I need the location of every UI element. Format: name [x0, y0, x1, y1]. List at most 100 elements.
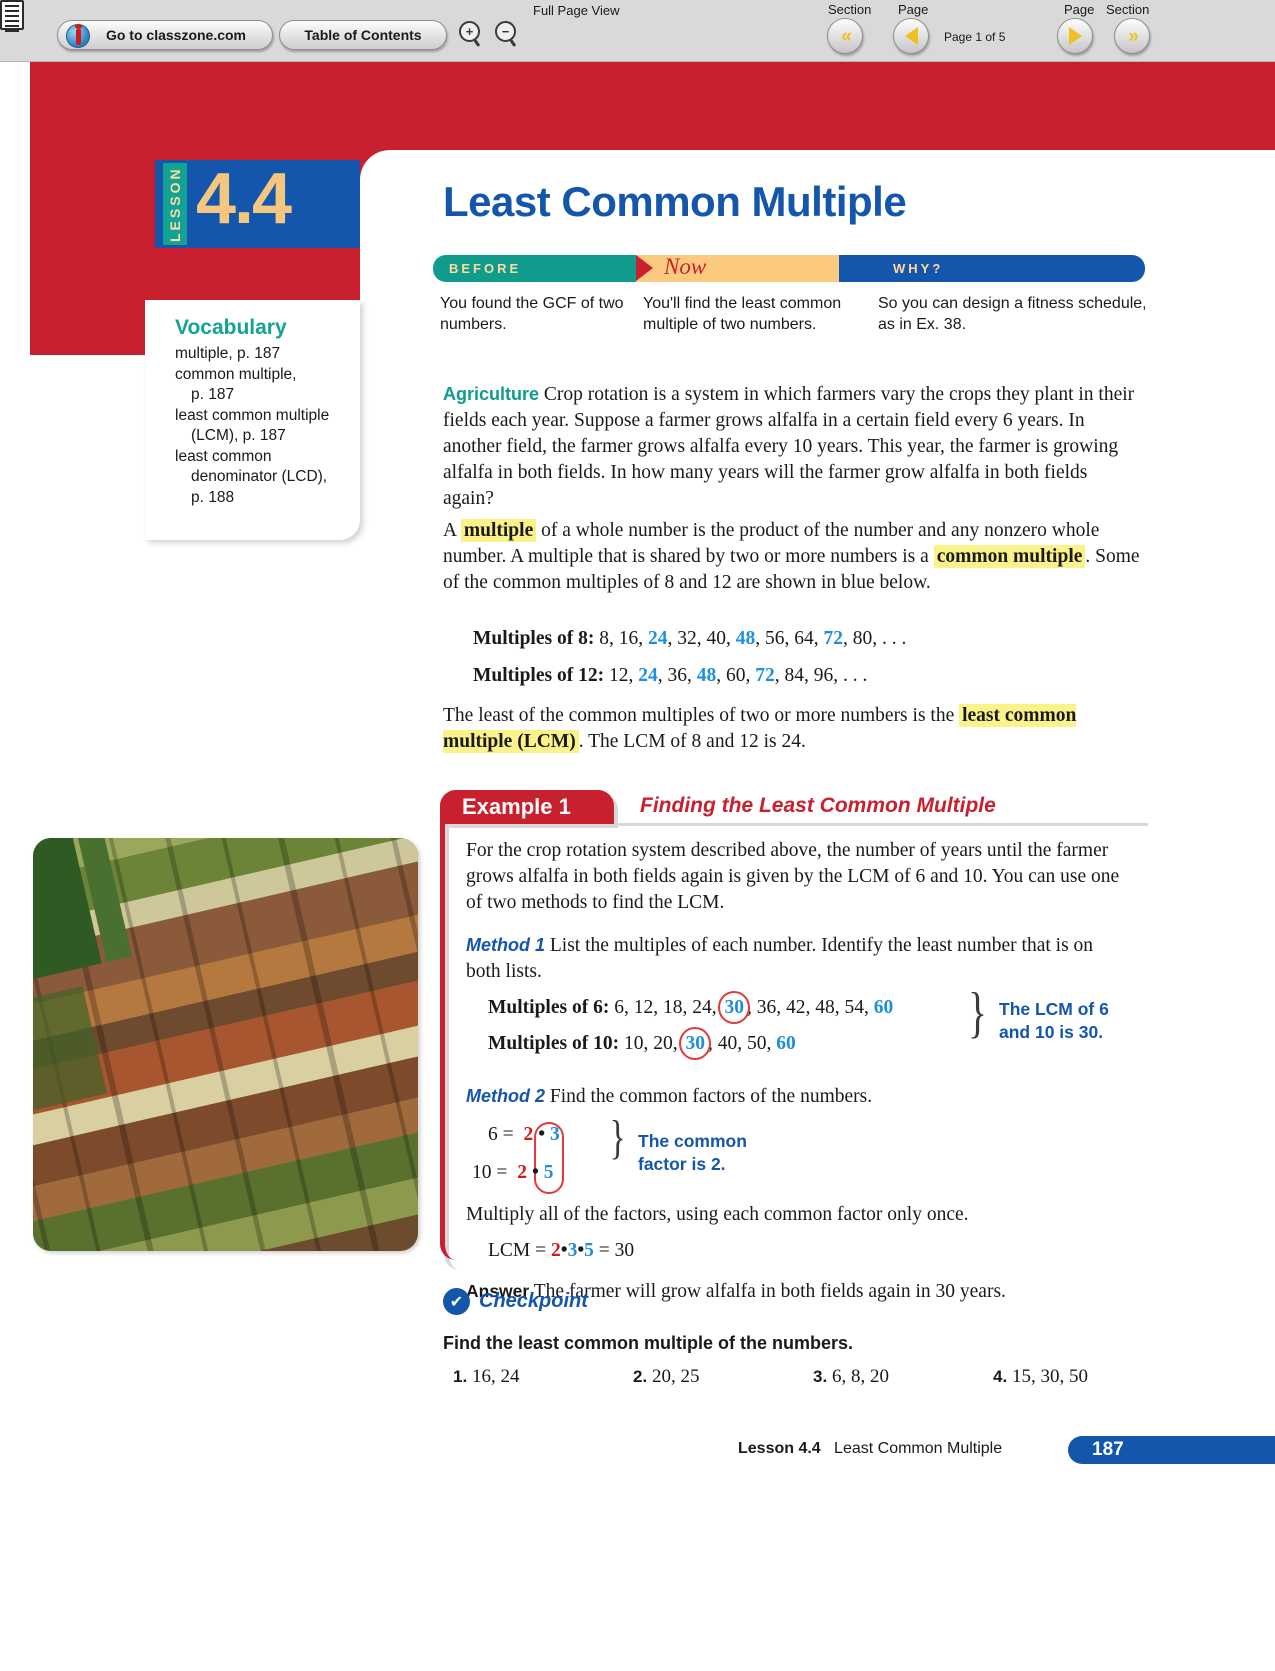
double-chevron-left-icon: «: [841, 25, 851, 47]
multiple-value: 56: [764, 628, 785, 649]
intro-paragraph: Agriculture Crop rotation is a system in…: [443, 381, 1143, 512]
multiples-of-12-line: Multiples of 12: 12, 24, 36, 48, 60, 72,…: [473, 665, 867, 687]
example-tab: Example 1: [440, 790, 614, 824]
factor-10-dot: •: [532, 1162, 539, 1183]
page-prev-label: Page: [898, 2, 929, 17]
factor-callout-line-1: The common: [638, 1131, 747, 1151]
info-globe-icon: [66, 24, 90, 48]
lcm-definition-paragraph: The least of the common multiples of two…: [443, 703, 1143, 755]
lcm-equals: =: [598, 1240, 610, 1261]
section-prev-label: Section: [828, 2, 872, 17]
check-icon: ✔: [443, 1288, 470, 1315]
factor-10-lhs: 10 =: [472, 1162, 508, 1183]
magnifier-handle: [472, 37, 481, 48]
example-intro: For the crop rotation system described a…: [466, 840, 1120, 913]
crop-fields-photo: [33, 838, 418, 1251]
example-1-box: Example 1 Finding the Least Common Multi…: [440, 790, 1152, 1302]
lcm-factor-2: 3: [567, 1240, 578, 1261]
example-title: Finding the Least Common Multiple: [640, 794, 996, 817]
footer-lesson-label: Lesson 4.4: [738, 1440, 821, 1457]
multiple-value: 60: [776, 1033, 796, 1054]
multiples-of-12-label: Multiples of 12:: [473, 665, 605, 686]
multiples-of-6-line: Multiples of 6: 6, 12, 18, 24, 30, 36, 4…: [488, 991, 893, 1024]
vocabulary-list: multiple, p. 187 common multiple, p. 187…: [175, 344, 365, 508]
table-of-contents-button[interactable]: Table of Contents: [279, 20, 447, 50]
magnifier-handle: [508, 37, 517, 48]
checkpoint-label: Checkpoint: [479, 1290, 588, 1312]
multiple-value: 12: [633, 997, 654, 1018]
multiple-value: 40: [706, 628, 726, 649]
go-to-classzone-button[interactable]: Go to classzone.com: [57, 20, 273, 50]
table-of-contents-label: Table of Contents: [304, 27, 422, 43]
lesson-number: 4.4: [196, 159, 292, 239]
next-section-button[interactable]: »: [1114, 18, 1150, 54]
exercise-text: 6, 8, 20: [831, 1366, 889, 1387]
example-body: For the crop rotation system described a…: [466, 838, 1146, 1305]
factor-6-lhs: 6 =: [488, 1124, 514, 1145]
multiples-of-10-line: Multiples of 10: 10, 20, 30, 40, 50, 60: [488, 1027, 796, 1060]
multiples-of-8-line: Multiples of 8: 8, 16, 24, 32, 40, 48, 5…: [473, 628, 906, 650]
checkpoint-instruction: Find the least common multiple of the nu…: [443, 1333, 854, 1353]
vocabulary-item: least common: [175, 447, 272, 465]
page-number-badge: 187: [1068, 1436, 1275, 1464]
multiple-value: 48: [735, 628, 756, 649]
exercise-number: 3.: [813, 1367, 828, 1386]
lcm-equation: LCM = 2•3•5 = 30: [488, 1238, 1146, 1264]
zoom-in-button[interactable]: +: [459, 20, 485, 50]
why-text: So you can design a fitness schedule, as…: [878, 295, 1147, 333]
previous-section-button[interactable]: «: [827, 18, 863, 54]
ellipsis: . . .: [881, 628, 907, 649]
footer: Lesson 4.4 Least Common Multiple: [738, 1440, 1002, 1458]
multiple-value: 72: [823, 628, 843, 649]
factorization-10: 10 = 2 • 5: [472, 1160, 553, 1186]
multiple-value: 64: [794, 628, 814, 649]
multiple-value: 96: [813, 665, 834, 686]
page-next-label: Page: [1064, 2, 1095, 17]
term-common-multiple: common multiple: [933, 545, 1086, 568]
factor-6-dot: •: [538, 1124, 546, 1145]
lcm-factor-1: 2: [551, 1240, 561, 1261]
multiples-of-8-values: 8, 16, 24, 32, 40, 48, 56, 64, 72, 80, .…: [599, 628, 907, 649]
brace-icon: }: [968, 982, 987, 1044]
multiple-value: 36: [756, 997, 777, 1018]
why-label: WHY?: [839, 255, 1145, 282]
crop-fields-illustration: [33, 838, 418, 1251]
exercise-item: 2. 20, 25: [633, 1366, 813, 1388]
multiple-value: 30: [679, 1027, 711, 1060]
zoom-out-button[interactable]: −: [495, 20, 521, 50]
factorization-6: 6 = 2 • 3: [488, 1122, 560, 1148]
now-segment: Now: [636, 254, 839, 282]
example-header-rule: [614, 823, 1148, 826]
exercise-item: 1. 16, 24: [453, 1366, 633, 1388]
exercise-number: 2.: [633, 1367, 648, 1386]
method-1-label: Method 1: [466, 935, 545, 955]
lcm-factor-3: 5: [584, 1240, 594, 1261]
lcm-dot-1: •: [560, 1240, 568, 1261]
vocabulary-item: least common multiple: [175, 406, 330, 424]
page-indicator: Page 1 of 5: [944, 30, 1006, 44]
lesson-word-label: LESSON: [163, 163, 187, 245]
vocabulary-item: p. 187: [191, 386, 235, 403]
chevron-left-icon: [904, 27, 918, 45]
factor-6-other: 3: [549, 1124, 560, 1145]
before-label: BEFORE: [433, 255, 636, 282]
multiple-value: 12: [608, 665, 629, 686]
multiply-instruction: Multiply all of the factors, using each …: [466, 1204, 969, 1225]
vocabulary-heading: Vocabulary: [175, 316, 287, 339]
multiples-of-8-label: Multiples of 8:: [473, 628, 595, 649]
multiple-value: 50: [746, 1033, 767, 1054]
multiple-value: 30: [718, 991, 750, 1024]
multiples-of-6-label: Multiples of 6:: [488, 997, 610, 1018]
now-text: You'll find the least common multiple of…: [643, 295, 842, 333]
multiple-value: 72: [755, 665, 775, 686]
full-page-view-button[interactable]: [0, 0, 30, 34]
multiple-value: 24: [638, 665, 658, 686]
next-page-button[interactable]: [1057, 18, 1093, 54]
term-multiple: multiple: [460, 519, 537, 542]
vocabulary-item: denominator (LCD),: [191, 468, 328, 485]
factor-callout-line-2: factor is 2.: [638, 1154, 726, 1174]
lcm-def-part2: . The LCM of 8 and 12 is 24.: [578, 731, 806, 752]
exercise-item: 4. 15, 30, 50: [993, 1366, 1153, 1388]
multiple-value: 6: [614, 997, 624, 1018]
previous-page-button[interactable]: [893, 18, 929, 54]
